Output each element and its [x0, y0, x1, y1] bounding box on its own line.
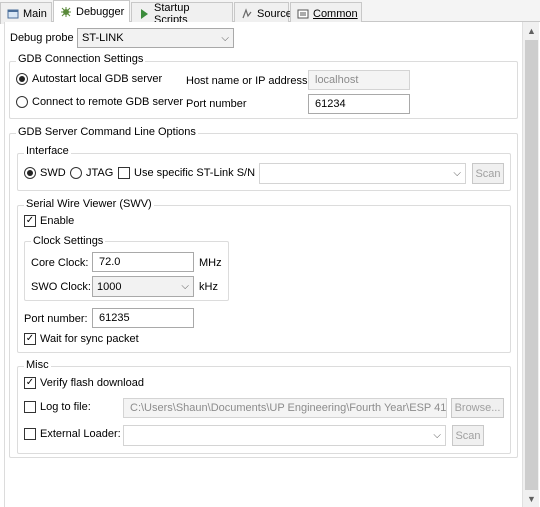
external-loader-option[interactable]: External Loader: — [24, 428, 121, 440]
browse-button-label: Browse... — [454, 402, 501, 414]
autostart-label: Autostart local GDB server — [32, 73, 163, 85]
tab-label: Debugger — [76, 6, 125, 18]
vertical-scrollbar[interactable]: ▲ ▼ — [522, 22, 539, 507]
tab-label: Source — [257, 7, 292, 20]
scan-button-label: Scan — [475, 167, 501, 180]
log-to-file-label: Log to file: — [40, 401, 91, 413]
gdb-connection-title: GDB Connection Settings — [16, 53, 146, 65]
log-to-file-option[interactable]: Log to file: — [24, 401, 91, 413]
swv-enable-option[interactable]: ✓ Enable — [24, 215, 74, 227]
swo-clock-value: 1000 — [97, 280, 122, 293]
tab-startup-scripts[interactable]: Startup Scripts — [131, 2, 233, 26]
host-field[interactable]: localhost — [308, 70, 410, 90]
scroll-up-arrow-icon[interactable]: ▲ — [523, 22, 540, 39]
verify-flash-label: Verify flash download — [40, 377, 144, 389]
external-loader-label: External Loader: — [40, 428, 121, 440]
external-loader-checkbox[interactable] — [24, 428, 36, 440]
connect-remote-radio[interactable] — [16, 96, 28, 108]
main-icon — [7, 8, 19, 20]
port-value: 61234 — [315, 98, 346, 110]
jtag-radio[interactable] — [70, 167, 82, 179]
debugger-icon — [60, 6, 72, 18]
jtag-option[interactable]: JTAG — [70, 167, 113, 179]
play-icon — [138, 8, 150, 20]
chevron-down-icon: ⌵ — [433, 430, 441, 441]
gdb-server-title: GDB Server Command Line Options — [16, 126, 198, 138]
connect-remote-label: Connect to remote GDB server — [32, 96, 184, 108]
autostart-radio[interactable] — [16, 73, 28, 85]
stlink-sn-select[interactable]: ⌵ — [259, 163, 466, 184]
debug-probe-select[interactable]: ST-LINK ⌵ — [77, 28, 234, 48]
tab-label: Main — [23, 7, 47, 20]
tab-debugger[interactable]: Debugger — [53, 0, 130, 23]
port-label: Port number — [186, 98, 247, 110]
chevron-down-icon: ⌵ — [181, 281, 189, 292]
wait-sync-checkbox[interactable]: ✓ — [24, 333, 36, 345]
swd-label: SWD — [40, 167, 66, 179]
scroll-down-arrow-icon[interactable]: ▼ — [523, 490, 540, 507]
debug-probe-label: Debug probe — [10, 32, 74, 44]
tab-common[interactable]: Common — [290, 2, 362, 24]
swd-radio[interactable] — [24, 167, 36, 179]
port-field[interactable]: 61234 — [308, 94, 410, 114]
swv-title: Serial Wire Viewer (SWV) — [24, 198, 154, 210]
connect-remote-option[interactable]: Connect to remote GDB server — [16, 96, 183, 108]
verify-flash-option[interactable]: ✓ Verify flash download — [24, 377, 144, 389]
log-file-path-field[interactable]: C:\Users\Shaun\Documents\UP Engineering\… — [123, 398, 447, 418]
tab-bar: Main Debugger Startup Scripts Source Com… — [0, 0, 540, 26]
tab-label: Common — [313, 7, 358, 20]
interface-title: Interface — [24, 145, 71, 157]
specific-stlink-checkbox[interactable] — [118, 167, 130, 179]
browse-button[interactable]: Browse... — [451, 398, 504, 418]
swv-enable-label: Enable — [40, 215, 75, 227]
log-file-path-value: C:\Users\Shaun\Documents\UP Engineering\… — [130, 402, 447, 414]
scrollbar-thumb[interactable] — [525, 40, 538, 490]
swo-clock-unit: kHz — [199, 281, 218, 293]
swo-clock-label: SWO Clock: — [31, 281, 91, 293]
autostart-option[interactable]: Autostart local GDB server — [16, 73, 162, 85]
host-label: Host name or IP address — [186, 75, 308, 87]
host-value: localhost — [315, 74, 359, 86]
swo-clock-select[interactable]: 1000 ⌵ — [92, 276, 194, 297]
common-icon — [297, 8, 309, 20]
misc-title: Misc — [24, 359, 51, 371]
log-to-file-checkbox[interactable] — [24, 401, 36, 413]
swv-port-field[interactable]: 61235 — [92, 308, 194, 328]
debug-probe-value: ST-LINK — [82, 32, 124, 44]
swd-option[interactable]: SWD — [24, 167, 66, 179]
core-clock-value: 72.0 — [99, 256, 121, 268]
specific-stlink-label: Use specific ST-Link S/N — [134, 167, 256, 179]
core-clock-field[interactable]: 72.0 — [92, 252, 194, 272]
chevron-down-icon: ⌵ — [453, 168, 461, 179]
tab-source[interactable]: Source — [234, 2, 292, 24]
verify-flash-checkbox[interactable]: ✓ — [24, 377, 36, 389]
external-loader-scan-label: Scan — [455, 429, 481, 442]
wait-sync-option[interactable]: ✓ Wait for sync packet — [24, 333, 139, 345]
core-clock-label: Core Clock: — [31, 257, 89, 269]
chevron-down-icon: ⌵ — [221, 32, 229, 44]
scan-button[interactable]: Scan — [472, 163, 504, 184]
swv-port-value: 61235 — [99, 312, 130, 324]
specific-stlink-option[interactable]: Use specific ST-Link S/N — [118, 167, 255, 179]
source-icon — [241, 7, 253, 20]
gdb-connection-group — [9, 61, 518, 119]
wait-sync-label: Wait for sync packet — [40, 333, 139, 345]
jtag-label: JTAG — [86, 167, 114, 179]
tab-main[interactable]: Main — [0, 2, 52, 24]
external-loader-scan-button[interactable]: Scan — [452, 425, 484, 446]
core-clock-unit: MHz — [199, 257, 222, 269]
swv-enable-checkbox[interactable]: ✓ — [24, 215, 36, 227]
swv-port-label: Port number: — [24, 313, 88, 325]
clock-settings-title: Clock Settings — [31, 235, 106, 247]
external-loader-select[interactable]: ⌵ — [123, 425, 446, 446]
